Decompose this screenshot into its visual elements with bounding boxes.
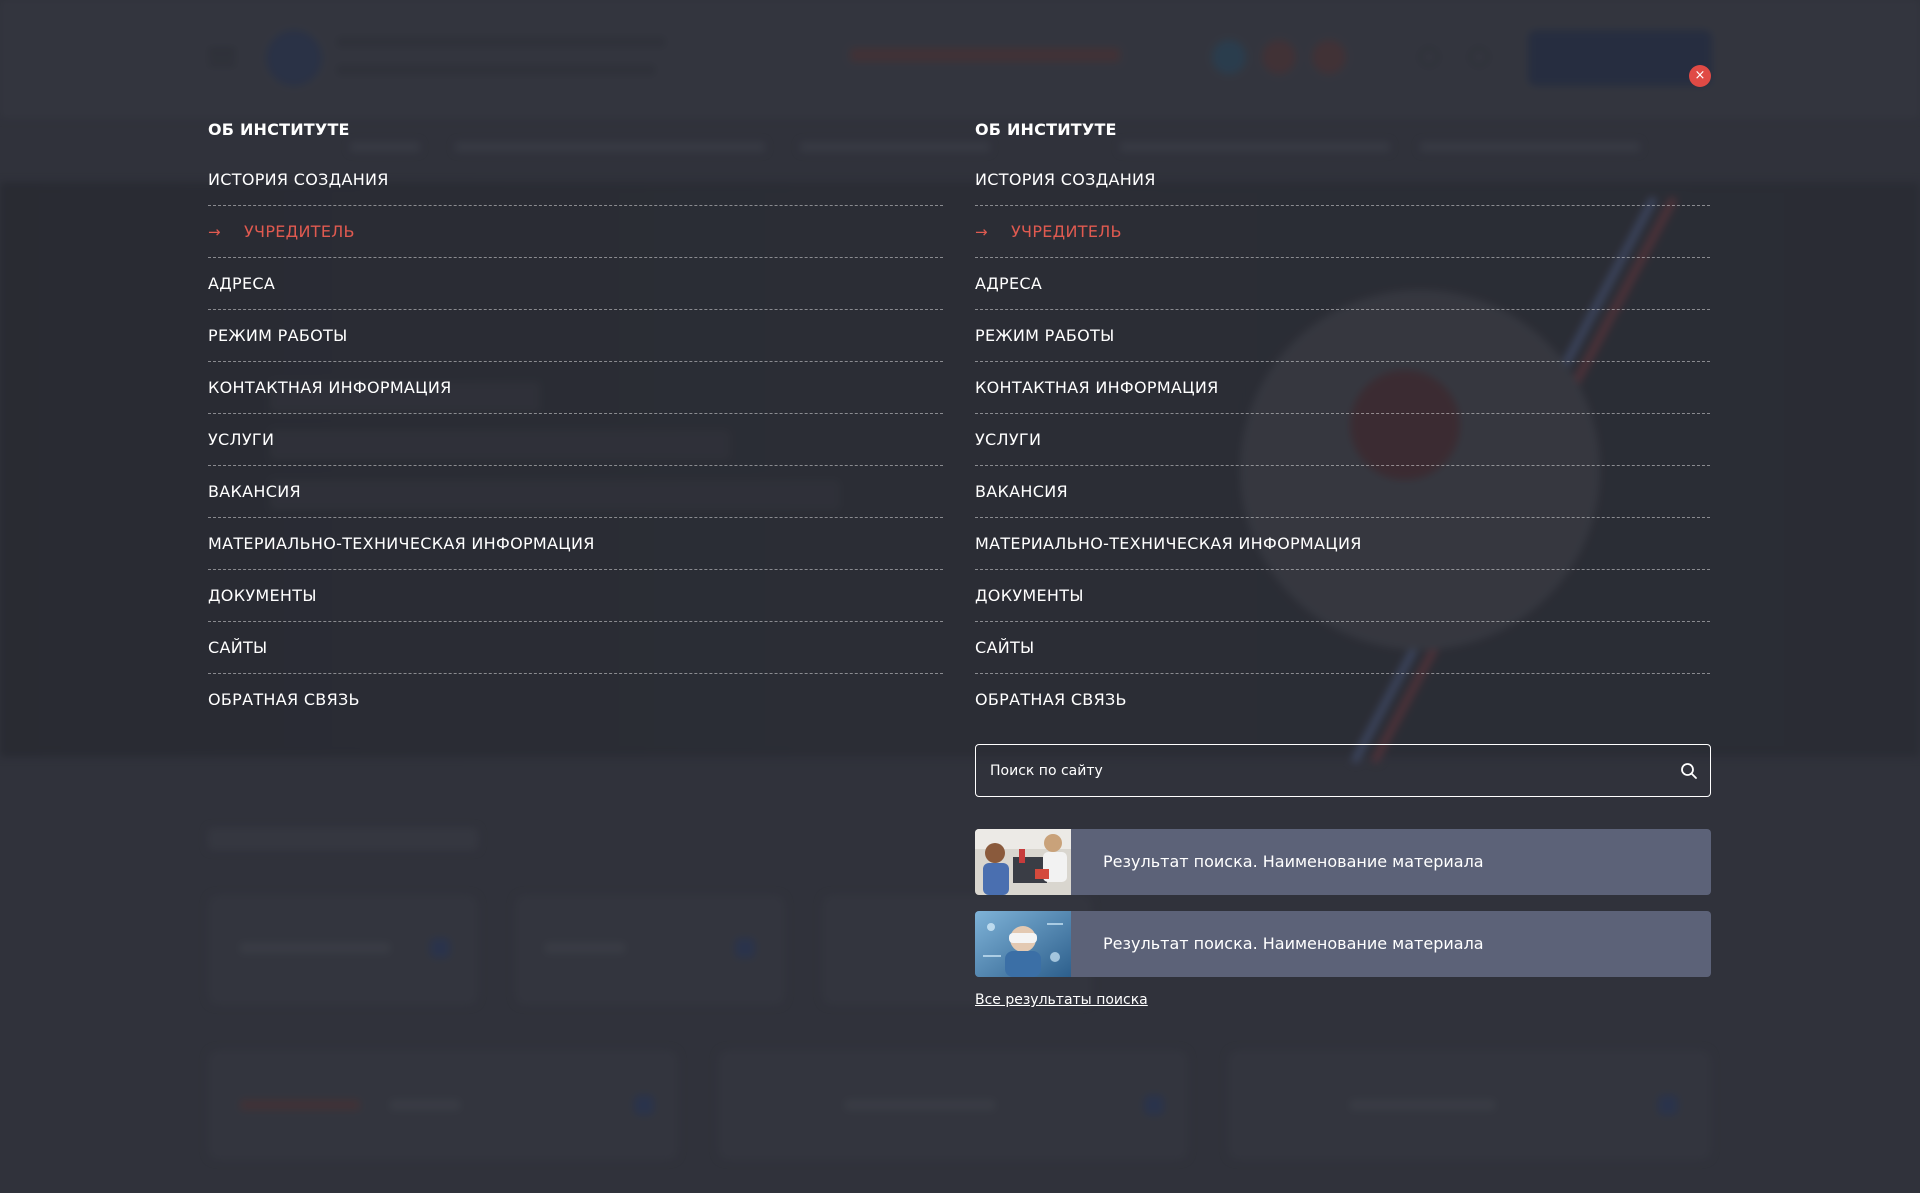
menu-item-services[interactable]: УСЛУГИ (208, 414, 943, 466)
menu-item-founder[interactable]: → УЧРЕДИТЕЛЬ (208, 206, 943, 258)
all-search-results-link[interactable]: Все результаты поиска (975, 992, 1148, 1008)
arrow-right-icon: → (208, 223, 221, 241)
menu-item-addresses[interactable]: АДРЕСА (208, 258, 943, 310)
menu-item-sites[interactable]: САЙТЫ (975, 622, 1710, 674)
menu-item-history[interactable]: ИСТОРИЯ СОЗДАНИЯ (975, 154, 1710, 206)
menu-column-left: ОБ ИНСТИТУТЕ ИСТОРИЯ СОЗДАНИЯ → УЧРЕДИТЕЛ… (208, 116, 943, 726)
menu-item-services[interactable]: УСЛУГИ (975, 414, 1710, 466)
search-result-item[interactable]: Результат поиска. Наименование материала (975, 829, 1711, 895)
arrow-right-icon: → (975, 223, 988, 241)
menu-item-documents[interactable]: ДОКУМЕНТЫ (208, 570, 943, 622)
result-title: Результат поиска. Наименование материала (1103, 852, 1484, 871)
menu-item-founder[interactable]: → УЧРЕДИТЕЛЬ (975, 206, 1710, 258)
menu-item-addresses[interactable]: АДРЕСА (975, 258, 1710, 310)
search-icon[interactable] (1680, 762, 1698, 780)
menu-column-title: ОБ ИНСТИТУТЕ (208, 120, 350, 139)
menu-item-material-technical[interactable]: МАТЕРИАЛЬНО-ТЕХНИЧЕСКАЯ ИНФОРМАЦИЯ (975, 518, 1710, 570)
menu-item-sites[interactable]: САЙТЫ (208, 622, 943, 674)
close-icon: × (1694, 68, 1706, 83)
menu-column-title: ОБ ИНСТИТУТЕ (975, 120, 1117, 139)
menu-item-vacancy[interactable]: ВАКАНСИЯ (975, 466, 1710, 518)
menu-item-documents[interactable]: ДОКУМЕНТЫ (975, 570, 1710, 622)
menu-item-working-hours[interactable]: РЕЖИМ РАБОТЫ (208, 310, 943, 362)
search-input[interactable] (976, 745, 1656, 796)
menu-item-contacts[interactable]: КОНТАКТНАЯ ИНФОРМАЦИЯ (975, 362, 1710, 414)
menu-item-feedback[interactable]: ОБРАТНАЯ СВЯЗЬ (975, 674, 1710, 726)
menu-item-material-technical[interactable]: МАТЕРИАЛЬНО-ТЕХНИЧЕСКАЯ ИНФОРМАЦИЯ (208, 518, 943, 570)
site-search (975, 744, 1711, 797)
menu-list: ИСТОРИЯ СОЗДАНИЯ → УЧРЕДИТЕЛЬ АДРЕСА РЕЖИ… (975, 154, 1710, 726)
menu-item-contacts[interactable]: КОНТАКТНАЯ ИНФОРМАЦИЯ (208, 362, 943, 414)
result-thumbnail (975, 829, 1071, 895)
menu-item-history[interactable]: ИСТОРИЯ СОЗДАНИЯ (208, 154, 943, 206)
menu-item-vacancy[interactable]: ВАКАНСИЯ (208, 466, 943, 518)
menu-list: ИСТОРИЯ СОЗДАНИЯ → УЧРЕДИТЕЛЬ АДРЕСА РЕЖИ… (208, 154, 943, 726)
result-title: Результат поиска. Наименование материала (1103, 934, 1484, 953)
menu-item-feedback[interactable]: ОБРАТНАЯ СВЯЗЬ (208, 674, 943, 726)
result-thumbnail (975, 911, 1071, 977)
search-result-item[interactable]: Результат поиска. Наименование материала (975, 911, 1711, 977)
menu-item-working-hours[interactable]: РЕЖИМ РАБОТЫ (975, 310, 1710, 362)
menu-column-right: ОБ ИНСТИТУТЕ ИСТОРИЯ СОЗДАНИЯ → УЧРЕДИТЕЛ… (975, 116, 1710, 726)
close-menu-button[interactable]: × (1689, 65, 1711, 87)
